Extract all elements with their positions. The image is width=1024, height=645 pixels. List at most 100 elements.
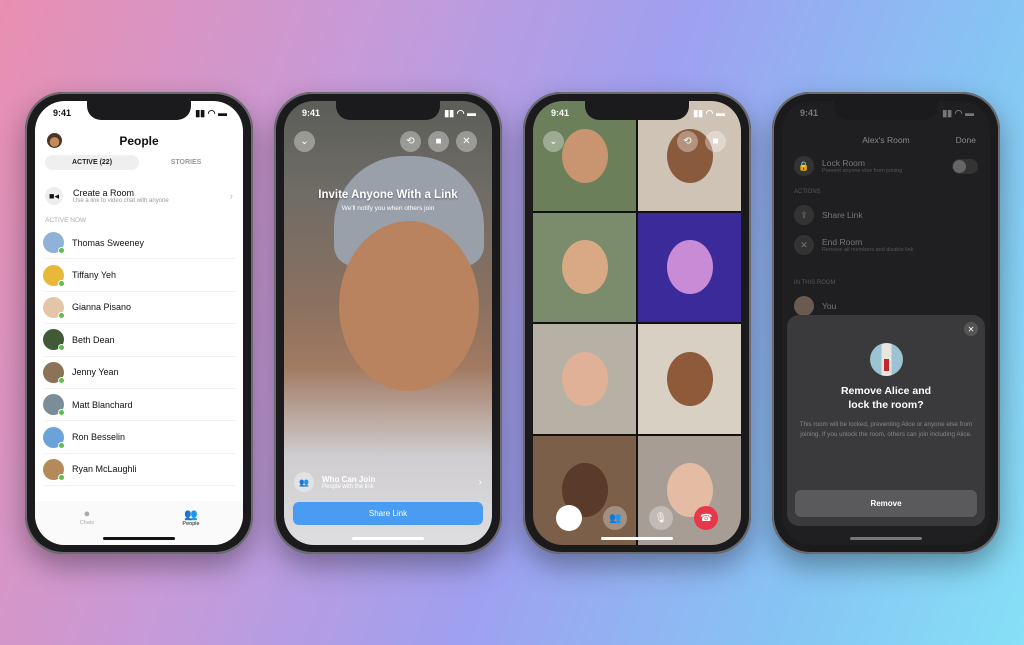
close-dialog-button[interactable]: ✕ [964,322,978,336]
home-indicator [601,537,673,540]
person-name: Thomas Sweeney [72,237,145,248]
list-item[interactable]: Tiffany Yeh [43,259,235,292]
video-tile [638,212,741,322]
notch [585,101,689,120]
close-icon: ✕ [794,235,814,255]
tab-stories[interactable]: STORIES [139,155,233,170]
share-icon: ⇪ [794,205,814,225]
people-button[interactable]: 👥 [603,506,628,530]
signal-wifi-battery-icon: ▮▮ ◠ ▬ [444,108,476,118]
phone-room-settings: 9:41 ▮▮ ◠ ▬ Alex's Room Done 🔒 Lock Room P… [772,92,1000,554]
end-call-button[interactable]: ☎ [694,506,719,530]
close-button[interactable]: ✕ [456,131,477,152]
avatar [43,329,65,352]
tab-active[interactable]: ACTIVE (22) [45,155,139,170]
chat-bubble-icon: ● [83,508,91,520]
status-time: 9:41 [800,108,819,118]
section-label: ACTIVE NOW [45,217,87,224]
room-settings-screen: 9:41 ▮▮ ◠ ▬ Alex's Room Done 🔒 Lock Room P… [782,101,990,545]
avatar [43,394,65,417]
lock-toggle[interactable] [952,158,978,174]
status-time: 9:41 [53,108,72,118]
flip-camera-button[interactable]: ⟲ [400,131,421,152]
end-room-row[interactable]: ✕ End Room Remove all members and disable… [794,235,978,255]
video-tile [533,212,636,322]
phone-invite: 9:41 ▮▮ ◠ ▬ ⌄ ⟲ ■ ✕ Invite Anyone With a … [274,92,502,554]
phone-group-call: 9:41 ▮▮ ◠ ▬ ⌄ ⟲ ■ 👥 🎙 ☎ [523,92,751,554]
list-item[interactable]: Thomas Sweeney [43,227,235,260]
avatar [43,458,65,481]
avatar [794,296,814,316]
list-item[interactable]: Ron Besselin [43,421,235,454]
home-indicator [352,537,424,540]
member-name: You [822,301,837,311]
lock-icon: 🔒 [794,156,814,176]
microphone-button[interactable]: 🎙 [648,506,673,530]
done-button[interactable]: Done [956,135,976,145]
list-item[interactable]: Gianna Pisano [43,292,235,325]
who-title: Who Can Join [322,474,376,484]
list-item[interactable]: Ryan McLaughli [43,454,235,487]
list-item[interactable]: Beth Dean [43,324,235,357]
minimize-button[interactable]: ⌄ [543,131,564,152]
signal-wifi-battery-icon: ▮▮ ◠ ▬ [693,108,725,118]
remove-dialog: ✕ Remove Alice and lock the room? This ro… [787,315,985,526]
people-screen: 9:41 ▮▮ ◠ ▬ People ACTIVE (22) STORIES ■◂… [35,101,243,545]
people-list: Thomas Sweeney Tiffany Yeh Gianna Pisano… [43,227,235,487]
video-tile [533,324,636,434]
video-camera-icon: ■◂ [45,187,63,205]
dialog-title-line1: Remove Alice and [840,385,932,397]
avatar [43,426,65,449]
group-call-screen: 9:41 ▮▮ ◠ ▬ ⌄ ⟲ ■ 👥 🎙 ☎ [533,101,741,545]
invite-subtitle: We'll notify you when others join [341,205,435,212]
share-label: Share Link [822,210,863,220]
video-toggle-button[interactable]: ■ [428,131,449,152]
signal-wifi-battery-icon: ▮▮ ◠ ▬ [942,108,974,118]
person-name: Gianna Pisano [72,302,132,313]
status-time: 9:41 [551,108,570,118]
remove-button[interactable]: Remove [795,490,977,517]
video-toggle-button[interactable]: ■ [705,131,726,152]
create-room-subtitle: Use a link to video chat with anyone [73,198,169,204]
person-name: Jenny Yean [72,367,119,378]
phone-people: 9:41 ▮▮ ◠ ▬ People ACTIVE (22) STORIES ■◂… [25,92,253,554]
share-link-button[interactable]: Share Link [293,502,483,525]
signal-wifi-battery-icon: ▮▮ ◠ ▬ [195,108,227,118]
chevron-right-icon: › [229,190,233,202]
avatar [43,361,65,384]
invite-title: Invite Anyone With a Link [318,189,458,201]
video-grid [533,101,741,545]
person-name: Ryan McLaughli [72,464,137,475]
list-item[interactable]: Matt Blanchard [43,389,235,422]
person-name: Tiffany Yeh [72,270,117,281]
invite-screen: 9:41 ▮▮ ◠ ▬ ⌄ ⟲ ■ ✕ Invite Anyone With a … [284,101,492,545]
who-subtitle: People with the link [322,483,374,490]
minimize-button[interactable]: ⌄ [294,131,315,152]
notch [336,101,440,120]
call-controls: 👥 🎙 ☎ [533,505,741,531]
video-tile [638,324,741,434]
home-indicator [103,537,175,540]
share-link-row[interactable]: ⇪ Share Link [794,205,978,225]
flip-camera-button[interactable]: ⟲ [677,131,698,152]
person-name: Matt Blanchard [72,399,133,410]
effects-button[interactable] [555,505,582,531]
page-title: People [119,134,159,148]
end-title: End Room [822,237,863,247]
tabs: ACTIVE (22) STORIES [45,155,233,170]
chevron-right-icon: › [478,476,482,488]
dialog-body: This room will be locked, preventing Ali… [799,421,973,438]
create-room-item[interactable]: ■◂ Create a Room Use a link to video chat… [45,181,233,211]
avatar [43,232,65,255]
list-item[interactable]: Jenny Yean [43,357,235,389]
avatar [43,264,65,287]
group-icon: 👥 [294,472,314,492]
end-subtitle: Remove all members and disable link [822,247,914,253]
notch [87,101,191,120]
person-name: Beth Dean [72,334,115,345]
nav-label: People [182,521,200,527]
who-can-join-row[interactable]: 👥 Who Can Join People with the link › [294,472,482,492]
status-time: 9:41 [302,108,321,118]
actions-label: ACTIONS [794,189,821,195]
alice-avatar [869,343,903,376]
